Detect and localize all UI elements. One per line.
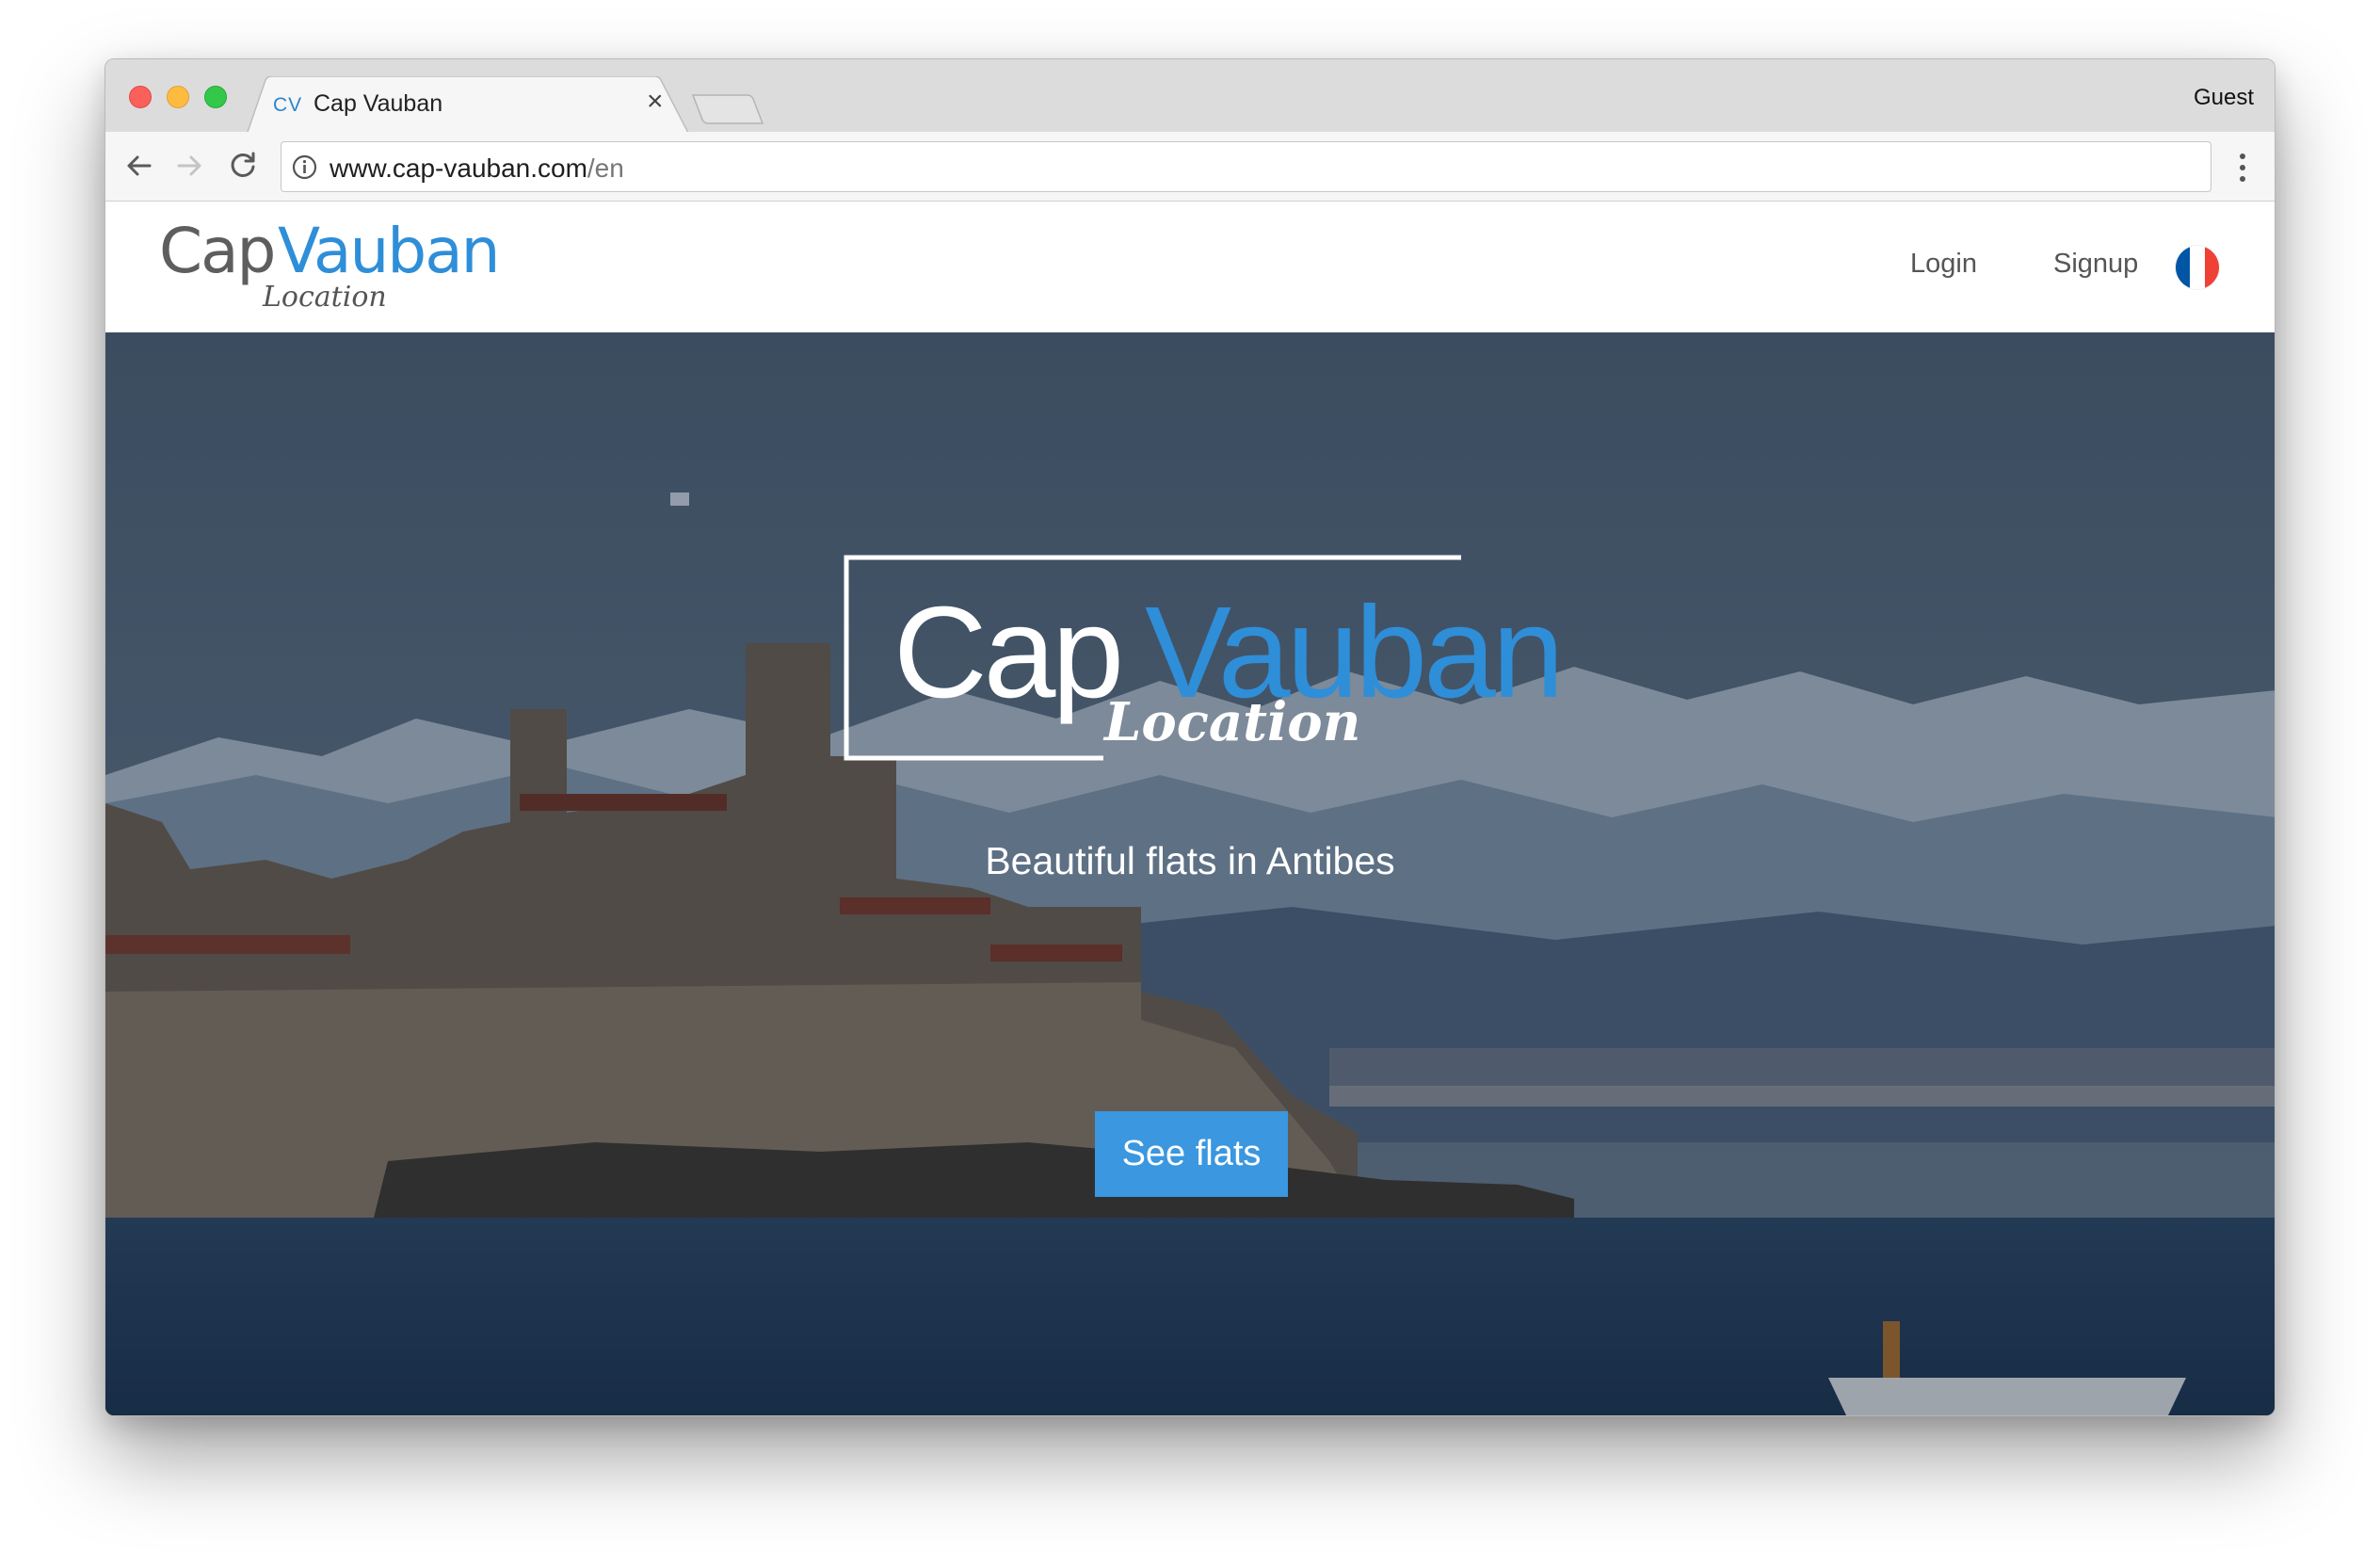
profile-label[interactable]: Guest: [2194, 85, 2254, 111]
hero-logo: Cap Vauban Location: [844, 555, 1578, 771]
minimize-window-button[interactable]: [167, 86, 189, 108]
address-host: www.cap-vauban.com: [330, 153, 587, 183]
back-arrow-icon[interactable]: [121, 149, 155, 183]
login-link[interactable]: Login: [1910, 249, 1977, 280]
reload-icon[interactable]: [226, 149, 260, 183]
hero-logo-location-text: Location: [1104, 691, 1361, 753]
forward-arrow-icon[interactable]: [173, 149, 207, 183]
tab-title[interactable]: Cap Vauban: [314, 90, 442, 118]
tab-close-icon[interactable]: ×: [647, 88, 664, 116]
logo-cap-text: Cap: [159, 215, 276, 287]
logo-location-text: Location: [263, 281, 387, 314]
tab-strip: CV Cap Vauban × Guest: [105, 59, 2275, 135]
site-header: Cap Vauban Location Login Signup: [105, 202, 2275, 332]
site-logo[interactable]: Cap Vauban Location: [159, 215, 500, 318]
flag-white-stripe: [2190, 246, 2205, 289]
flag-blue-stripe: [2176, 246, 2191, 289]
new-tab-button[interactable]: [691, 91, 764, 125]
hero-section: Cap Vauban Location Beautiful flats in A…: [105, 332, 2275, 1415]
browser-toolbar: www.cap-vauban.com/en: [105, 132, 2275, 202]
address-path: /en: [587, 153, 624, 183]
tab-favicon-icon: CV: [273, 94, 303, 116]
info-icon[interactable]: [292, 154, 317, 180]
signup-link[interactable]: Signup: [2053, 249, 2138, 280]
hero-logo-cap-text: Cap: [893, 580, 1124, 725]
address-url[interactable]: www.cap-vauban.com/en: [330, 153, 624, 184]
address-bar[interactable]: www.cap-vauban.com/en: [281, 141, 2211, 192]
zoom-window-button[interactable]: [204, 86, 227, 108]
logo-vauban-text: Vauban: [278, 215, 500, 287]
close-window-button[interactable]: [129, 86, 152, 108]
flag-red-stripe: [2204, 246, 2219, 289]
hero-tagline: Beautiful flats in Antibes: [985, 839, 1395, 882]
browser-window: CV Cap Vauban × Guest www.cap-vauban.com…: [105, 58, 2275, 1416]
french-flag-icon[interactable]: [2176, 246, 2219, 289]
browser-menu-icon[interactable]: [2239, 153, 2246, 183]
window-controls: [129, 86, 227, 108]
see-flats-button[interactable]: See flats: [1095, 1111, 1288, 1197]
